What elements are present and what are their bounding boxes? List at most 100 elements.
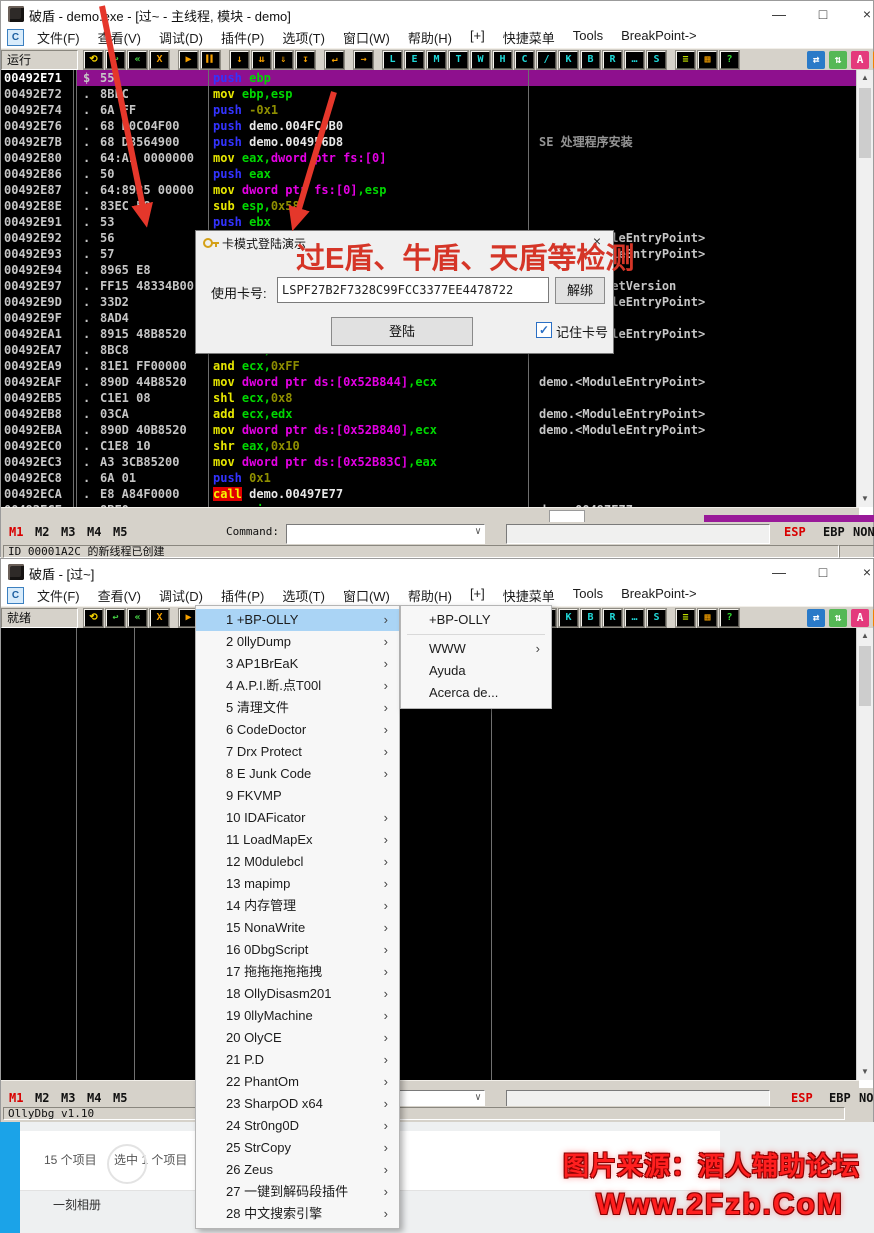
plugin-menu-item[interactable]: 16 0DbgScript› (196, 939, 399, 961)
goto-icon[interactable]: → (354, 51, 373, 69)
titlebar[interactable]: 破盾 - demo.exe - [过~ - 主线程, 模块 - demo] — … (1, 1, 873, 27)
disasm-row[interactable]: 00492E91.53push ebx (1, 214, 859, 230)
threads-icon[interactable]: T (449, 51, 468, 69)
submenu-item[interactable]: +BP-OLLY (401, 609, 551, 631)
menu-插件(P)[interactable]: 插件(P) (212, 28, 273, 47)
source-icon[interactable]: S (647, 609, 666, 627)
menu-窗口(W)[interactable]: 窗口(W) (334, 28, 399, 47)
disasm-row[interactable]: 00492EC3.A3 3CB85200mov dword ptr ds:[0x… (1, 454, 859, 470)
album-app-icon[interactable] (107, 1144, 147, 1184)
plugin-menu-item[interactable]: 15 NonaWrite› (196, 917, 399, 939)
pane-tab-M5[interactable]: M5 (113, 1091, 127, 1105)
menu-BreakPoint->[interactable]: BreakPoint-> (612, 28, 706, 47)
pane-tab-M4[interactable]: M4 (87, 525, 101, 539)
updown-icon[interactable]: ⇅ (829, 609, 847, 627)
disasm-row[interactable]: 00492E8E.83EC 58sub esp,0x58 (1, 198, 859, 214)
command-combobox[interactable]: ∨ (286, 524, 485, 544)
plugin-menu-item[interactable]: 3 AP1BrEaK› (196, 653, 399, 675)
help-icon[interactable]: ? (720, 51, 739, 69)
plugin-menu-item[interactable]: 5 清理文件› (196, 697, 399, 719)
pane-tab-M5[interactable]: M5 (113, 525, 127, 539)
plugin-menu-item[interactable]: 8 E Junk Code› (196, 763, 399, 785)
menu-调试(D)[interactable]: 调试(D) (150, 586, 212, 605)
appearance-icon[interactable]: ▦ (698, 609, 717, 627)
run-trace-icon[interactable]: … (625, 609, 644, 627)
plugin-menu-item[interactable]: 19 0llyMachine› (196, 1005, 399, 1027)
run-trace-icon[interactable]: … (625, 51, 644, 69)
plugin-menu-item[interactable]: 13 mapimp› (196, 873, 399, 895)
disasm-row[interactable]: 00492EC0.C1E8 10shr eax,0x10 (1, 438, 859, 454)
dropdown-arrow-icon[interactable]: ∨ (475, 526, 481, 537)
handles-icon[interactable]: H (493, 51, 512, 69)
submenu-item[interactable]: WWW› (401, 638, 551, 660)
menu-选项(T)[interactable]: 选项(T) (273, 586, 334, 605)
disasm-row[interactable]: 00492EBA.890D 40B8520mov dword ptr ds:[0… (1, 422, 859, 438)
restart-icon[interactable]: ⟲ (84, 51, 103, 69)
minimize-button[interactable]: — (757, 1, 801, 27)
options-icon[interactable]: ≡ (676, 609, 695, 627)
restart-icon[interactable]: ⟲ (84, 609, 103, 627)
assistant-icon[interactable]: A (851, 609, 869, 627)
options-icon[interactable]: ≡ (676, 51, 695, 69)
memory-map-icon[interactable]: M (427, 51, 446, 69)
references-icon[interactable]: R (603, 51, 622, 69)
step-over-icon[interactable]: ⇊ (252, 51, 271, 69)
remember-checkbox[interactable]: ✓ (536, 322, 552, 338)
terminate-icon[interactable]: X (150, 51, 169, 69)
login-button[interactable]: 登陆 (331, 317, 473, 346)
trace-into-icon[interactable]: ⇓ (274, 51, 293, 69)
step-back-icon[interactable]: ↩ (106, 609, 125, 627)
plugin-menu-item[interactable]: 23 SharpOD x64› (196, 1093, 399, 1115)
menu-快捷菜单[interactable]: 快捷菜单 (494, 28, 564, 47)
disasm-row[interactable]: 00492E86.50push eax (1, 166, 859, 182)
disasm-row[interactable]: 00492ECA.E8 A84F0000call demo.00497E77 (1, 486, 859, 502)
pane-tab-M2[interactable]: M2 (35, 1091, 49, 1105)
menu-[+][interactable]: [+] (461, 586, 494, 605)
disasm-row[interactable]: 00492E74.6A FFpush -0x1 (1, 102, 859, 118)
reg-esp[interactable]: ESP (791, 1091, 813, 1105)
rewind-icon[interactable]: « (128, 609, 147, 627)
plugin-menu-item[interactable]: 2 0llyDump› (196, 631, 399, 653)
maximize-button[interactable]: □ (801, 559, 845, 585)
pane-tab-M1[interactable]: M1 (9, 525, 23, 539)
pane-tab-M3[interactable]: M3 (61, 525, 75, 539)
plugin-menu-item[interactable]: 9 FKVMP (196, 785, 399, 807)
disasm-row[interactable]: 00492E76.68 B0C04F00push demo.004FC0B0 (1, 118, 859, 134)
menu-帮助(H)[interactable]: 帮助(H) (399, 586, 461, 605)
pane-tab-M3[interactable]: M3 (61, 1091, 75, 1105)
plugin-menu-item[interactable]: 21 P.D› (196, 1049, 399, 1071)
scroll-down-icon[interactable]: ▼ (857, 491, 873, 507)
card-number-input[interactable]: LSPF27B2F7328C99FCC3377EE4478722 (277, 277, 549, 303)
album-label[interactable]: 一刻相册 (53, 1196, 101, 1213)
trace-over-icon[interactable]: ↧ (296, 51, 315, 69)
updown-icon[interactable]: ⇅ (829, 51, 847, 69)
plugin-menu-item[interactable]: 7 Drx Protect› (196, 741, 399, 763)
plugin-menu-item[interactable]: 14 内存管理› (196, 895, 399, 917)
sync-icon[interactable]: ⇄ (807, 51, 825, 69)
menu-插件(P)[interactable]: 插件(P) (212, 586, 273, 605)
plugin-menu-item[interactable]: 27 一键到解码段插件› (196, 1181, 399, 1203)
plugin-menu-item[interactable]: 20 OlyCE› (196, 1027, 399, 1049)
dropdown-arrow-icon[interactable]: ∨ (475, 1092, 481, 1103)
disasm-row[interactable]: 00492E80.64:A1 0000000mov eax,dword ptr … (1, 150, 859, 166)
source-icon[interactable]: S (647, 51, 666, 69)
plugin-menu-item[interactable]: 1 +BP-OLLY› (196, 609, 399, 631)
scrollbar-thumb[interactable] (859, 646, 871, 706)
disasm-row[interactable]: 00492E71$55push ebp (1, 70, 859, 86)
horizontal-scrollbar[interactable] (1, 507, 859, 523)
disasm-row[interactable]: 00492EAF.890D 44B8520mov dword ptr ds:[0… (1, 374, 859, 390)
plugin-menu-item[interactable]: 24 Str0ng0D› (196, 1115, 399, 1137)
cpu-window-icon[interactable]: C (515, 51, 534, 69)
run-icon[interactable]: ▶ (179, 51, 198, 69)
submenu-item[interactable]: Acerca de... (401, 682, 551, 704)
patches-icon[interactable]: / (537, 51, 556, 69)
scroll-up-icon[interactable]: ▲ (857, 70, 873, 86)
minimize-button[interactable]: — (757, 559, 801, 585)
plugin-menu-item[interactable]: 10 IDAFicator› (196, 807, 399, 829)
unbind-button[interactable]: 解绑 (555, 277, 605, 304)
menu-Tools[interactable]: Tools (564, 28, 612, 47)
assistant-icon[interactable]: A (851, 51, 869, 69)
reg-esp[interactable]: ESP (784, 525, 806, 539)
sync-icon[interactable]: ⇄ (807, 609, 825, 627)
log-window-icon[interactable]: L (383, 51, 402, 69)
